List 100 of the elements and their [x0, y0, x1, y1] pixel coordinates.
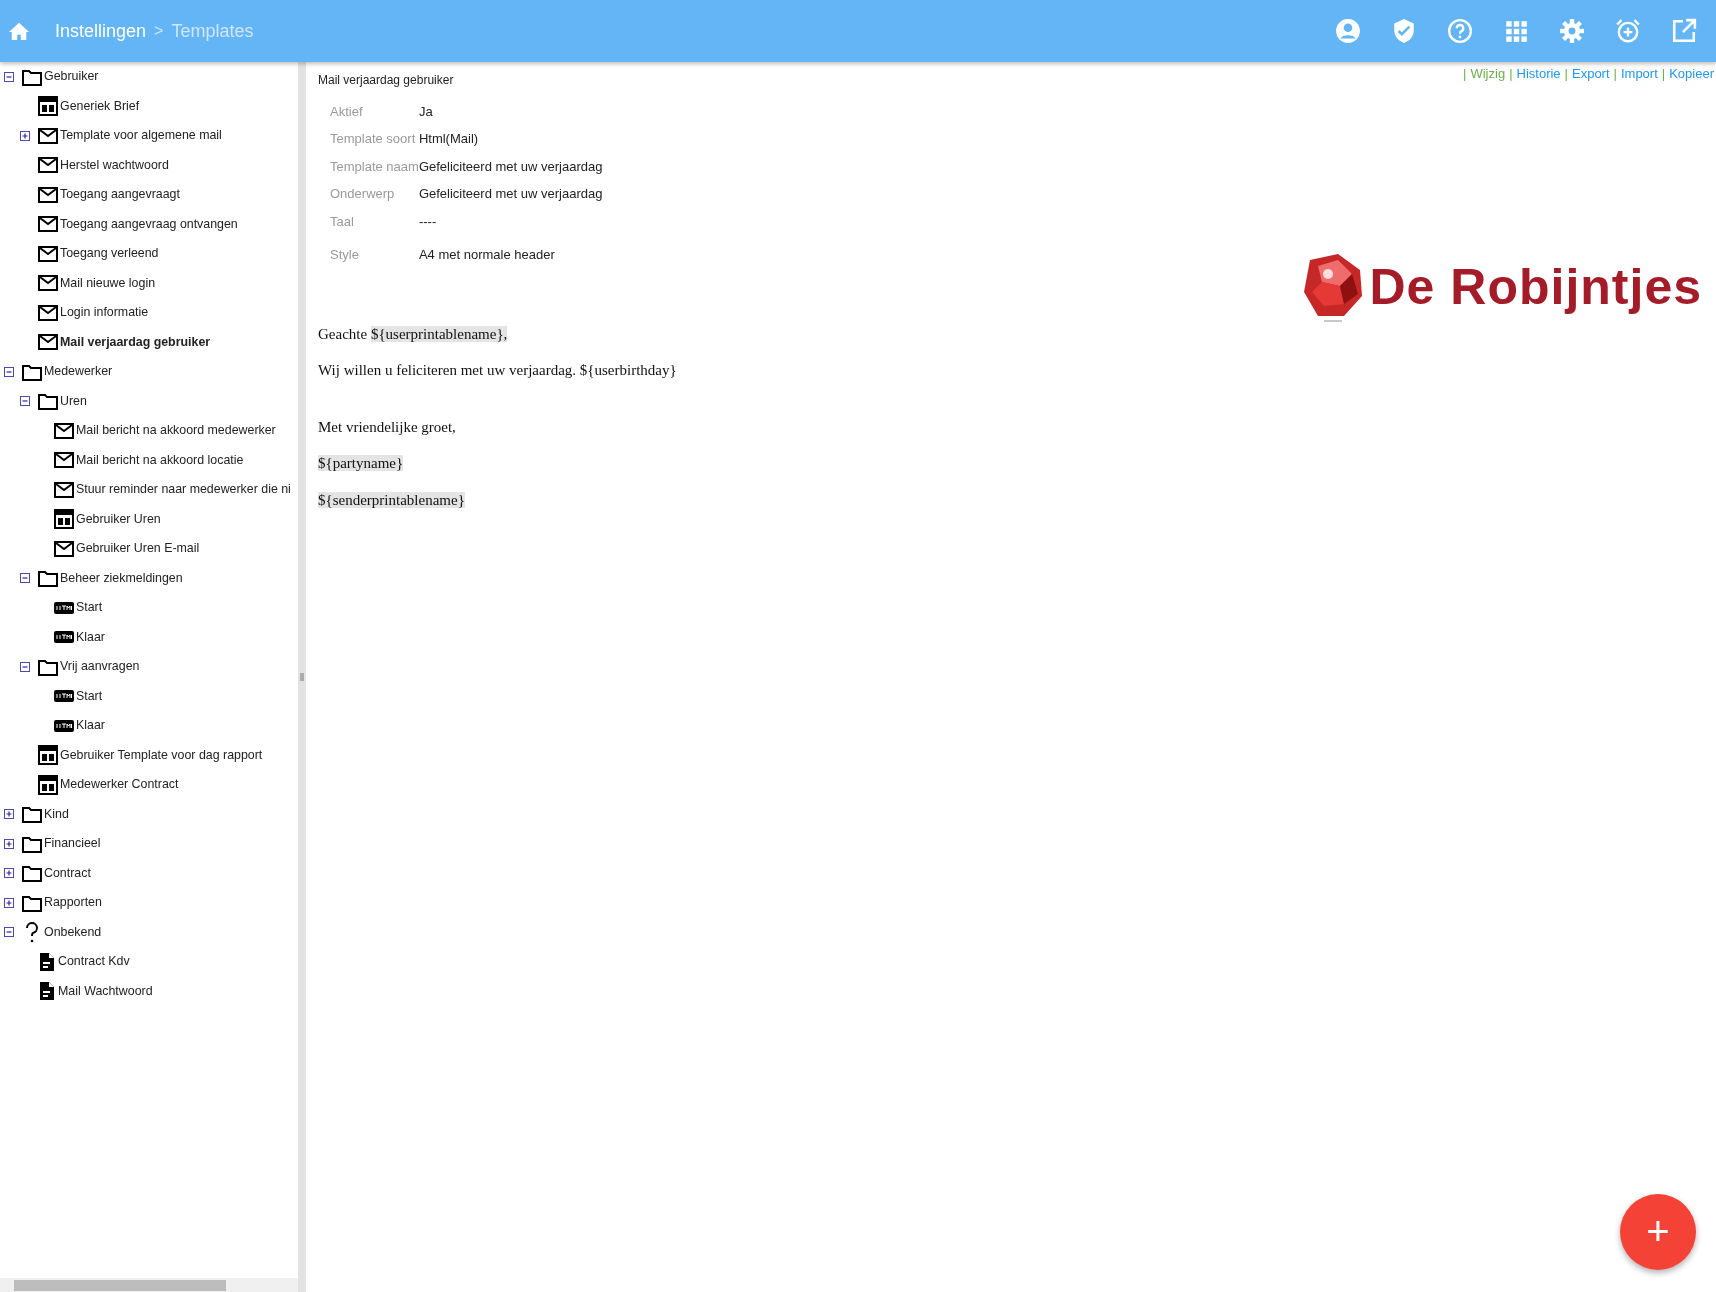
tree-item[interactable]: Herstel wachtwoord	[60, 155, 169, 175]
mail-icon	[54, 421, 74, 440]
property-value: Ja	[418, 102, 434, 121]
tree-item[interactable]: Generiek Brief	[60, 96, 140, 116]
folder-icon	[22, 805, 42, 824]
detail-title: Mail verjaardag gebruiker	[318, 72, 454, 89]
folder-icon	[22, 893, 42, 912]
letter-line: Wij willen u feliciteren met uw verjaardag. ${userbirthday}	[318, 361, 678, 380]
tree-item[interactable]: Gebruiker Template voor dag rapport	[60, 745, 263, 765]
mail-icon	[38, 244, 58, 263]
tree-item[interactable]: Toegang verleend	[60, 244, 159, 264]
collapse-toggle-icon[interactable]	[20, 573, 30, 584]
mail-icon	[38, 156, 58, 175]
property-value: A4 met normale header	[418, 246, 556, 264]
tree-item[interactable]: Mail bericht na akkoord medewerker	[76, 421, 276, 441]
expand-toggle-icon[interactable]	[4, 838, 14, 849]
mail-icon	[38, 126, 58, 145]
link-separator: |	[1564, 65, 1568, 83]
property-label: Onderwerp	[318, 180, 419, 208]
tree-item[interactable]: Toegang aangevraagt	[60, 185, 180, 205]
folder-icon	[22, 834, 42, 853]
tree-item[interactable]: Medewerker Contract	[60, 775, 179, 795]
collapse-toggle-icon[interactable]	[4, 71, 14, 82]
collapse-toggle-icon[interactable]	[20, 396, 30, 407]
document-icon	[38, 951, 56, 972]
horizontal-scrollbar[interactable]	[0, 1278, 298, 1292]
expand-toggle-icon[interactable]	[4, 868, 14, 879]
property-label: Template soort	[329, 130, 417, 148]
tree-item[interactable]: Klaar	[76, 627, 105, 647]
tree-item[interactable]: Mail nieuwe login	[60, 273, 156, 293]
code-badge-icon	[54, 690, 74, 703]
code-badge-icon	[54, 719, 74, 732]
mail-icon	[54, 539, 74, 558]
folder-icon	[38, 657, 58, 676]
tree-item[interactable]: Mail verjaardag gebruiker	[60, 332, 211, 352]
letter-line: Met vriendelijke groet,	[318, 417, 457, 437]
tree-item[interactable]: Rapporten	[44, 893, 102, 913]
property-label: Style	[318, 235, 419, 269]
tree-item[interactable]: Medewerker	[44, 362, 113, 382]
tree-item[interactable]: Beheer ziekmeldingen	[60, 568, 183, 588]
folder-icon	[22, 362, 42, 381]
tree-item[interactable]: Financieel	[44, 834, 101, 854]
tree-item[interactable]: Mail Wachtwoord	[58, 981, 153, 1001]
tree-item[interactable]: Gebruiker Uren E-mail	[76, 539, 200, 559]
tree-item[interactable]: Kind	[44, 804, 69, 824]
breadcrumb-current: Templates	[171, 19, 254, 43]
folder-icon	[22, 67, 42, 86]
property-value: Gefeliciteerd met uw verjaardag	[418, 185, 603, 203]
tree-item[interactable]: Stuur reminder naar medewerker die ni	[76, 480, 291, 500]
folder-icon	[22, 864, 42, 883]
letter-line: Geachte ${userprintablename},	[318, 324, 509, 344]
breadcrumb-separator: >	[154, 21, 164, 41]
link-separator: |	[1463, 65, 1467, 83]
property-label: Template naam	[329, 157, 419, 176]
tree-item[interactable]: Klaar	[76, 716, 105, 736]
tree-item[interactable]: Gebruiker Uren	[76, 509, 161, 529]
collapse-toggle-icon[interactable]	[20, 661, 30, 672]
tree-item[interactable]: Login informatie	[60, 303, 149, 323]
layout-icon	[54, 509, 74, 530]
tree-item[interactable]: Vrij aanvragen	[60, 657, 140, 677]
mail-icon	[38, 185, 58, 204]
layout-icon	[38, 96, 58, 117]
mail-icon	[38, 274, 58, 293]
tree-item[interactable]: Start	[76, 598, 103, 618]
tree-item[interactable]: Gebruiker	[44, 67, 99, 87]
property-label: Taal	[318, 207, 419, 235]
link-separator: |	[1509, 65, 1513, 83]
add-button[interactable]: +	[1620, 1194, 1696, 1270]
tree-item[interactable]: Template voor algemene mail	[60, 126, 222, 146]
expand-toggle-icon[interactable]	[20, 130, 30, 141]
tree-item[interactable]: Contract Kdv	[58, 952, 130, 972]
shield-check-icon[interactable]	[1391, 18, 1417, 44]
property-label: Aktief	[318, 97, 419, 125]
layout-icon	[38, 774, 58, 795]
property-value: Gefeliciteerd met uw verjaardag	[418, 157, 603, 176]
tree-item[interactable]: Onbekend	[44, 922, 102, 942]
expand-toggle-icon[interactable]	[4, 897, 14, 908]
tree-item[interactable]: Toegang aangevraag ontvangen	[60, 214, 238, 234]
folder-icon	[38, 392, 58, 411]
logo-text: De Robijntjes	[1369, 258, 1702, 317]
expand-toggle-icon[interactable]	[4, 809, 14, 820]
tree-item[interactable]: Uren	[60, 391, 87, 411]
mail-icon	[38, 215, 58, 234]
collapse-toggle-icon[interactable]	[4, 927, 14, 938]
tree-item[interactable]: Contract	[44, 863, 91, 883]
link-separator: |	[1661, 65, 1666, 83]
document-icon	[38, 981, 56, 1002]
property-value: Html(Mail)	[418, 130, 480, 148]
mail-icon	[38, 333, 58, 352]
code-badge-icon	[54, 631, 74, 644]
mail-icon	[54, 480, 74, 499]
tree-item[interactable]: Start	[76, 686, 103, 706]
code-badge-icon	[54, 601, 74, 614]
link-separator: |	[1613, 65, 1617, 83]
folder-icon	[38, 569, 58, 588]
property-value: ----	[418, 212, 438, 231]
collapse-toggle-icon[interactable]	[4, 366, 14, 377]
tree-item[interactable]: Mail bericht na akkoord locatie	[76, 450, 244, 470]
mail-icon	[54, 451, 74, 470]
layout-icon	[38, 745, 58, 766]
